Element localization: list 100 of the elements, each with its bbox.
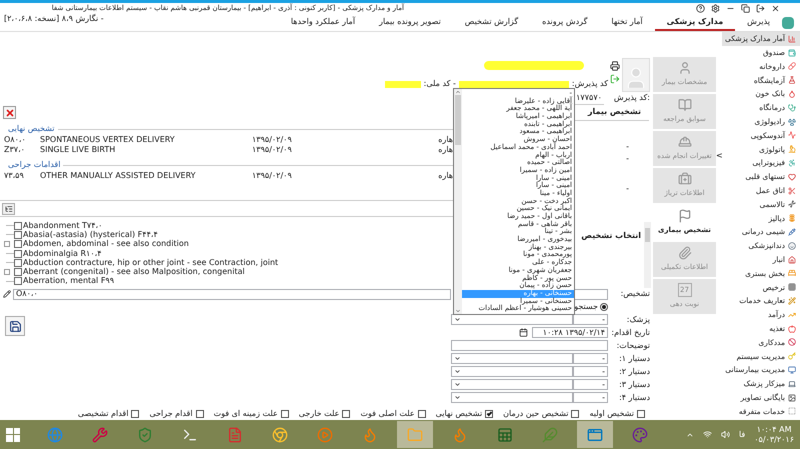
printer-icon[interactable] bbox=[610, 61, 620, 71]
tree-checkbox[interactable] bbox=[14, 258, 22, 267]
settings-icon[interactable] bbox=[711, 4, 720, 13]
tree-checkbox[interactable] bbox=[14, 240, 22, 248]
tree-item[interactable]: Abdomen, abdominal - see also condition bbox=[23, 238, 189, 250]
assistant-label: دستیار ۳: bbox=[618, 378, 650, 390]
app-icon bbox=[362, 426, 378, 442]
module-icon bbox=[788, 90, 796, 98]
search-radio[interactable] bbox=[600, 302, 608, 310]
clock-date[interactable]: ۰۵/۰۳/۲۰۱۶ bbox=[754, 434, 794, 444]
exit-icon[interactable] bbox=[756, 4, 765, 13]
assistant-code-field[interactable]: - bbox=[573, 353, 608, 364]
module-icon bbox=[788, 366, 796, 374]
clock-time[interactable]: ۱۰:۰۴ AM bbox=[756, 424, 792, 434]
date-field[interactable]: ۱۳۹۵/۰۲/۱۴ ۱۰:۲۸ bbox=[532, 327, 608, 338]
nav-icon bbox=[678, 135, 692, 150]
menu-tab[interactable]: مدارک پزشکی bbox=[654, 15, 736, 31]
module-icon bbox=[788, 34, 796, 43]
empty-value: - bbox=[626, 153, 629, 165]
assistant-code-field[interactable]: - bbox=[573, 392, 608, 403]
app-icon bbox=[587, 426, 603, 442]
menu-tab[interactable]: تصویر پرونده بیمار bbox=[367, 15, 453, 31]
close-icon bbox=[4, 108, 14, 118]
menu-tab[interactable]: آمار عملکرد واحدها bbox=[278, 15, 368, 31]
national-id-label: - کد ملی: bbox=[424, 78, 456, 90]
app-icon bbox=[407, 426, 423, 442]
delete-button[interactable] bbox=[3, 106, 16, 119]
dropdown-scrollbar[interactable] bbox=[454, 89, 462, 314]
type-checkbox[interactable] bbox=[418, 410, 426, 418]
menu-tab[interactable]: گردش پرونده bbox=[530, 15, 600, 31]
doctor-code-field[interactable]: - bbox=[573, 314, 608, 325]
language-indicator[interactable]: فا bbox=[738, 428, 746, 440]
expand-icon[interactable] bbox=[4, 269, 10, 276]
assistant-combo[interactable] bbox=[451, 392, 573, 403]
code-cell-text: O۸۰،۰ bbox=[3, 134, 27, 146]
scroll-up-icon[interactable] bbox=[455, 89, 461, 95]
type-checkbox[interactable] bbox=[196, 410, 204, 418]
type-checkbox[interactable] bbox=[280, 410, 289, 418]
empty-value: - bbox=[626, 183, 629, 195]
module-icon bbox=[788, 214, 796, 222]
tree-toggle-button[interactable] bbox=[2, 202, 15, 214]
network-icon[interactable] bbox=[702, 430, 712, 439]
type-checkbox[interactable] bbox=[637, 410, 645, 418]
type-checkbox[interactable] bbox=[571, 410, 580, 418]
menu-tab[interactable]: گزارش تشخیص bbox=[452, 15, 530, 31]
module-icon bbox=[788, 159, 796, 168]
type-checkbox[interactable] bbox=[131, 410, 140, 418]
tree-checkbox[interactable] bbox=[14, 222, 22, 230]
scroll-down-icon[interactable] bbox=[455, 308, 461, 314]
start-icon[interactable] bbox=[6, 428, 20, 442]
redacted-id-mark bbox=[384, 80, 421, 88]
group-title: اقدامات جراحی bbox=[8, 159, 60, 171]
type-checkbox[interactable] bbox=[485, 410, 494, 418]
date-cell-text: ۱۳۹۵/۰۲/۰۹ bbox=[252, 170, 293, 182]
module-icon bbox=[788, 145, 796, 154]
app-icon bbox=[137, 426, 153, 442]
app-icon bbox=[452, 426, 468, 442]
volume-icon[interactable] bbox=[720, 430, 730, 439]
module-icon bbox=[788, 394, 796, 402]
assistant-combo[interactable] bbox=[451, 353, 573, 364]
tree-checkbox[interactable] bbox=[14, 230, 22, 239]
module-icon bbox=[788, 352, 796, 360]
module-icon bbox=[788, 62, 796, 70]
assistant-code-field[interactable]: - bbox=[573, 366, 608, 377]
help-icon[interactable] bbox=[696, 4, 705, 13]
assistant-code-field[interactable]: - bbox=[573, 379, 608, 390]
type-checkbox[interactable] bbox=[342, 410, 350, 418]
tree-checkbox[interactable] bbox=[14, 250, 22, 258]
app-icon bbox=[497, 426, 513, 442]
search-label: جستجو bbox=[574, 300, 598, 312]
module-icon bbox=[788, 48, 796, 57]
tree-checkbox[interactable] bbox=[14, 277, 22, 286]
module-icon bbox=[788, 76, 796, 84]
menu-tab[interactable]: پذیرش bbox=[735, 15, 782, 31]
tree-checkbox[interactable] bbox=[14, 268, 22, 276]
restore-icon[interactable] bbox=[741, 4, 750, 13]
notes-label: توضیحات: bbox=[616, 340, 650, 352]
module-icon bbox=[788, 131, 796, 140]
date-label: تاریخ اقدام: bbox=[612, 326, 650, 338]
code-input[interactable]: O۸۰،۰ bbox=[13, 288, 451, 300]
diagnosis-label: تشخیص: bbox=[620, 288, 650, 300]
doctor-combo[interactable] bbox=[451, 314, 573, 325]
nav-icon bbox=[678, 172, 692, 186]
collapse-arrow[interactable]: < bbox=[716, 150, 723, 162]
assistant-combo[interactable] bbox=[451, 366, 573, 377]
tree-item[interactable]: Aberration, mental F۹۹ bbox=[23, 275, 114, 288]
calendar-icon[interactable] bbox=[519, 328, 528, 337]
notes-field[interactable] bbox=[451, 340, 608, 351]
save-button[interactable] bbox=[5, 316, 25, 336]
menu-tab[interactable]: آمار تختها bbox=[599, 15, 655, 31]
type-label: اقدام جراحی bbox=[149, 408, 193, 420]
app-icon bbox=[272, 426, 288, 442]
module-icon bbox=[788, 104, 796, 112]
type-label: علت زمینه ای فوت bbox=[214, 408, 278, 420]
scrollbar[interactable] bbox=[644, 222, 651, 288]
date-cell-text: ۱۳۹۵/۰۲/۰۹ bbox=[252, 134, 293, 146]
assistant-combo[interactable] bbox=[451, 379, 573, 390]
doctor-label: پزشک: bbox=[626, 314, 650, 326]
close-icon[interactable] bbox=[771, 4, 780, 13]
expand-icon[interactable] bbox=[4, 241, 10, 248]
